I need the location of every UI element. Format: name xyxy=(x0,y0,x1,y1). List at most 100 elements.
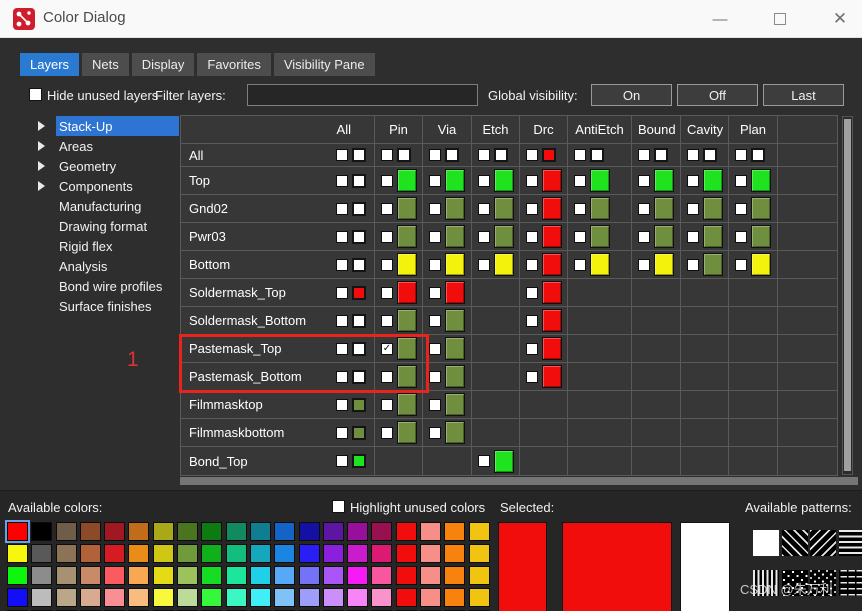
color-swatch[interactable] xyxy=(397,337,417,360)
visibility-checkbox[interactable] xyxy=(429,258,441,271)
visibility-checkbox[interactable] xyxy=(735,174,747,187)
color-swatch[interactable] xyxy=(590,253,610,276)
visibility-checkbox[interactable] xyxy=(429,174,441,187)
visibility-checkbox[interactable] xyxy=(574,230,586,243)
visibility-checkbox[interactable] xyxy=(336,202,348,215)
color-swatch[interactable] xyxy=(494,197,514,220)
visibility-checkbox[interactable] xyxy=(478,258,490,271)
sidebar-item-geometry[interactable]: Geometry xyxy=(28,156,179,176)
visibility-checkbox[interactable] xyxy=(526,370,538,383)
visibility-checkbox[interactable] xyxy=(638,202,650,215)
color-swatch[interactable] xyxy=(494,253,514,276)
color-swatch[interactable] xyxy=(445,197,465,220)
color-swatch[interactable] xyxy=(445,421,465,444)
visibility-checkbox[interactable] xyxy=(638,149,650,161)
color-swatch[interactable] xyxy=(397,225,417,248)
color-swatch[interactable] xyxy=(654,225,674,248)
visibility-checkbox[interactable] xyxy=(526,149,538,161)
visibility-checkbox[interactable] xyxy=(526,314,538,327)
sidebar-item-components[interactable]: Components xyxy=(28,176,179,196)
color-swatch[interactable] xyxy=(542,169,562,192)
pattern-swatch-solid[interactable] xyxy=(753,530,779,556)
visibility-checkbox[interactable] xyxy=(478,202,490,215)
visibility-checkbox[interactable] xyxy=(429,230,441,243)
color-swatch[interactable] xyxy=(703,148,717,162)
color-swatch[interactable] xyxy=(751,197,771,220)
visibility-checkbox[interactable] xyxy=(336,230,348,243)
color-swatch[interactable] xyxy=(654,253,674,276)
color-swatch[interactable] xyxy=(352,257,366,272)
visibility-checkbox[interactable] xyxy=(336,398,348,411)
color-swatch[interactable] xyxy=(352,201,366,216)
color-swatch[interactable] xyxy=(542,365,562,388)
color-swatch[interactable] xyxy=(494,148,508,162)
visibility-checkbox[interactable] xyxy=(381,258,393,271)
visibility-checkbox[interactable] xyxy=(687,149,699,161)
visibility-checkbox[interactable] xyxy=(429,398,441,411)
visibility-checkbox[interactable] xyxy=(478,230,490,243)
tab-visibility-pane[interactable]: Visibility Pane xyxy=(273,53,375,76)
visibility-checkbox[interactable] xyxy=(381,370,393,383)
color-swatch[interactable] xyxy=(352,285,366,300)
visibility-checkbox[interactable] xyxy=(574,202,586,215)
color-swatch[interactable] xyxy=(494,225,514,248)
tab-layers[interactable]: Layers xyxy=(20,53,80,76)
color-swatch[interactable] xyxy=(397,393,417,416)
color-swatch[interactable] xyxy=(397,148,411,162)
color-swatch[interactable] xyxy=(542,225,562,248)
visibility-checkbox[interactable] xyxy=(526,342,538,355)
visibility-checkbox[interactable] xyxy=(381,202,393,215)
visibility-checkbox[interactable] xyxy=(478,149,490,161)
color-swatch[interactable] xyxy=(445,365,465,388)
visibility-checkbox[interactable] xyxy=(574,149,586,161)
color-swatch[interactable] xyxy=(352,369,366,384)
visibility-checkbox[interactable] xyxy=(381,149,393,161)
visibility-checkbox[interactable] xyxy=(336,149,348,161)
color-swatch[interactable] xyxy=(590,225,610,248)
visibility-checkbox[interactable] xyxy=(429,370,441,383)
global-visibility-last-button[interactable]: Last xyxy=(763,84,844,106)
visibility-checkbox[interactable] xyxy=(735,202,747,215)
sidebar-item-manufacturing[interactable]: Manufacturing xyxy=(28,196,179,216)
color-swatch[interactable] xyxy=(352,229,366,244)
color-swatch[interactable] xyxy=(542,253,562,276)
color-swatch[interactable] xyxy=(445,309,465,332)
tab-nets[interactable]: Nets xyxy=(82,53,129,76)
color-swatch[interactable] xyxy=(445,253,465,276)
color-swatch[interactable] xyxy=(397,421,417,444)
color-swatch[interactable] xyxy=(542,148,556,162)
color-swatch[interactable] xyxy=(445,337,465,360)
expand-arrow-icon[interactable] xyxy=(38,141,45,151)
sidebar-item-areas[interactable]: Areas xyxy=(28,136,179,156)
visibility-checkbox[interactable] xyxy=(638,230,650,243)
color-swatch[interactable] xyxy=(703,197,723,220)
sidebar-item-analysis[interactable]: Analysis xyxy=(28,256,179,276)
visibility-checkbox[interactable]: ✓ xyxy=(381,342,393,355)
color-swatch[interactable] xyxy=(445,169,465,192)
filter-layers-input[interactable] xyxy=(247,84,478,106)
visibility-checkbox[interactable] xyxy=(336,258,348,271)
color-swatch[interactable] xyxy=(751,225,771,248)
color-swatch[interactable] xyxy=(445,148,459,162)
color-swatch[interactable] xyxy=(654,148,668,162)
tab-display[interactable]: Display xyxy=(131,53,195,76)
minimize-button[interactable]: — xyxy=(698,0,742,38)
sidebar-item-surface-finishes[interactable]: Surface finishes xyxy=(28,296,179,316)
visibility-checkbox[interactable] xyxy=(526,230,538,243)
visibility-checkbox[interactable] xyxy=(687,230,699,243)
sidebar-item-drawing-format[interactable]: Drawing format xyxy=(28,216,179,236)
pattern-swatch-hlines[interactable] xyxy=(838,530,862,556)
color-swatch[interactable] xyxy=(397,281,417,304)
selected-swatch[interactable] xyxy=(680,522,730,611)
color-swatch[interactable] xyxy=(445,225,465,248)
visibility-checkbox[interactable] xyxy=(478,174,490,187)
global-visibility-off-button[interactable]: Off xyxy=(677,84,758,106)
visibility-checkbox[interactable] xyxy=(336,174,348,187)
color-swatch[interactable] xyxy=(703,253,723,276)
expand-arrow-icon[interactable] xyxy=(38,121,45,131)
color-swatch[interactable] xyxy=(542,281,562,304)
horizontal-scrollbar[interactable] xyxy=(180,477,858,485)
visibility-checkbox[interactable] xyxy=(336,426,348,439)
visibility-checkbox[interactable] xyxy=(381,230,393,243)
visibility-checkbox[interactable] xyxy=(574,174,586,187)
